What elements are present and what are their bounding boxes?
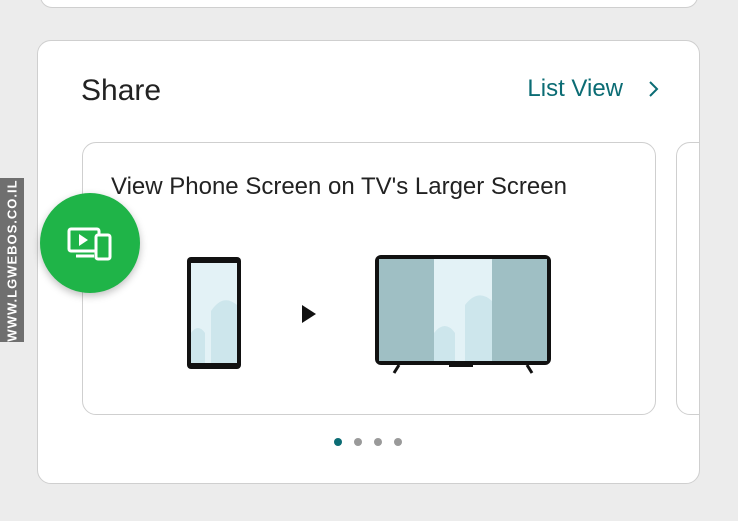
section-title: Share [81,74,162,107]
tv-icon [375,255,551,374]
play-arrow-icon [302,305,316,323]
carousel-card-view-phone-screen[interactable]: View Phone Screen on TV's Larger Screen [82,142,656,415]
pagination-dot-1[interactable] [334,438,342,446]
list-view-link[interactable]: List View [527,75,663,103]
pagination-dot-4[interactable] [394,438,402,446]
pagination-dot-3[interactable] [374,438,382,446]
watermark-text: WWW.LGWEBOS.CO.IL [4,178,20,342]
pagination-dot-2[interactable] [354,438,362,446]
screen-share-icon [67,227,112,261]
list-view-label: List View [527,75,623,102]
phone-icon [187,257,241,369]
watermark: WWW.LGWEBOS.CO.IL [0,178,24,342]
illustration [187,255,551,374]
previous-card [40,0,698,8]
share-section-card: Share List View View Phone Screen on TV'… [37,40,700,484]
carousel-card-next[interactable] [676,142,699,415]
carousel-pagination [334,438,402,446]
screen-share-button[interactable] [40,193,140,293]
chevron-right-icon [649,81,659,97]
